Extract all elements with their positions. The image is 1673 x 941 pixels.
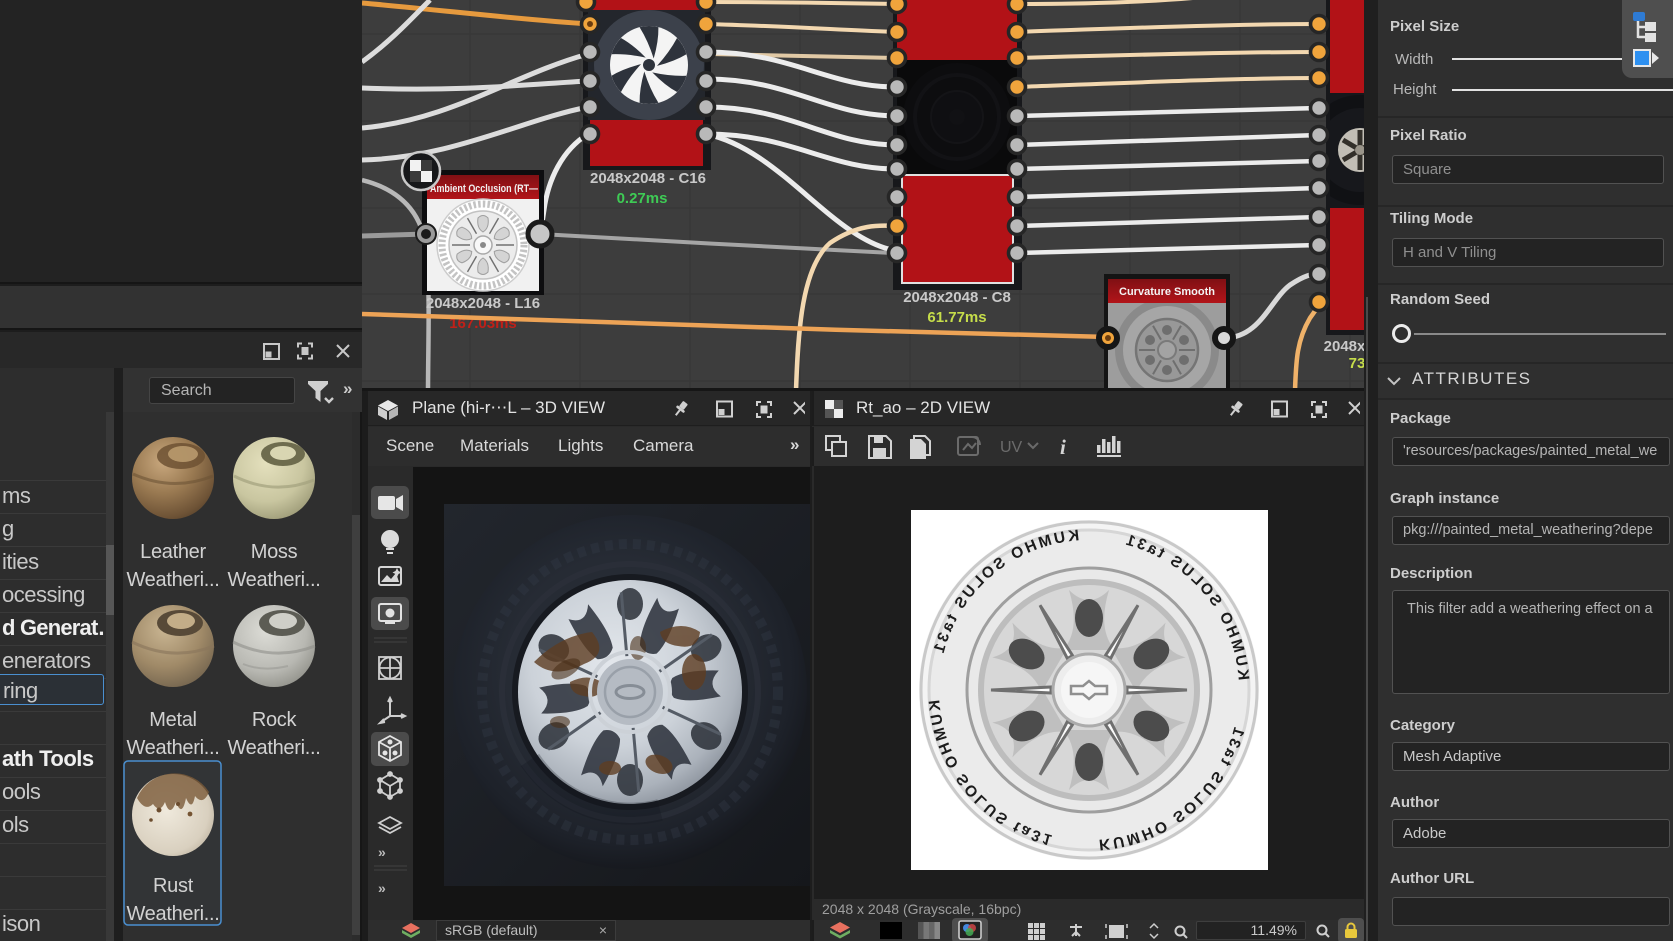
svg-text:2048x2048 - C16: 2048x2048 - C16 — [590, 170, 706, 187]
svg-text:Ambient Occlusion (RT—: Ambient Occlusion (RT— — [430, 183, 538, 195]
svg-text:0.27ms: 0.27ms — [617, 190, 668, 207]
svg-text:Curvature Smooth: Curvature Smooth — [1119, 286, 1215, 298]
svg-text:2048x:: 2048x: — [1324, 338, 1364, 355]
svg-text:UV: UV — [1000, 439, 1023, 456]
svg-text:»: » — [378, 844, 386, 860]
svg-text:61.77ms: 61.77ms — [927, 309, 986, 326]
svg-text:2048x2048 - C8: 2048x2048 - C8 — [903, 289, 1011, 306]
svg-text:2048x2048 - L16: 2048x2048 - L16 — [426, 295, 540, 312]
svg-text:i: i — [1060, 435, 1066, 459]
svg-text:73: 73 — [1349, 355, 1364, 372]
svg-text:»: » — [378, 880, 386, 896]
